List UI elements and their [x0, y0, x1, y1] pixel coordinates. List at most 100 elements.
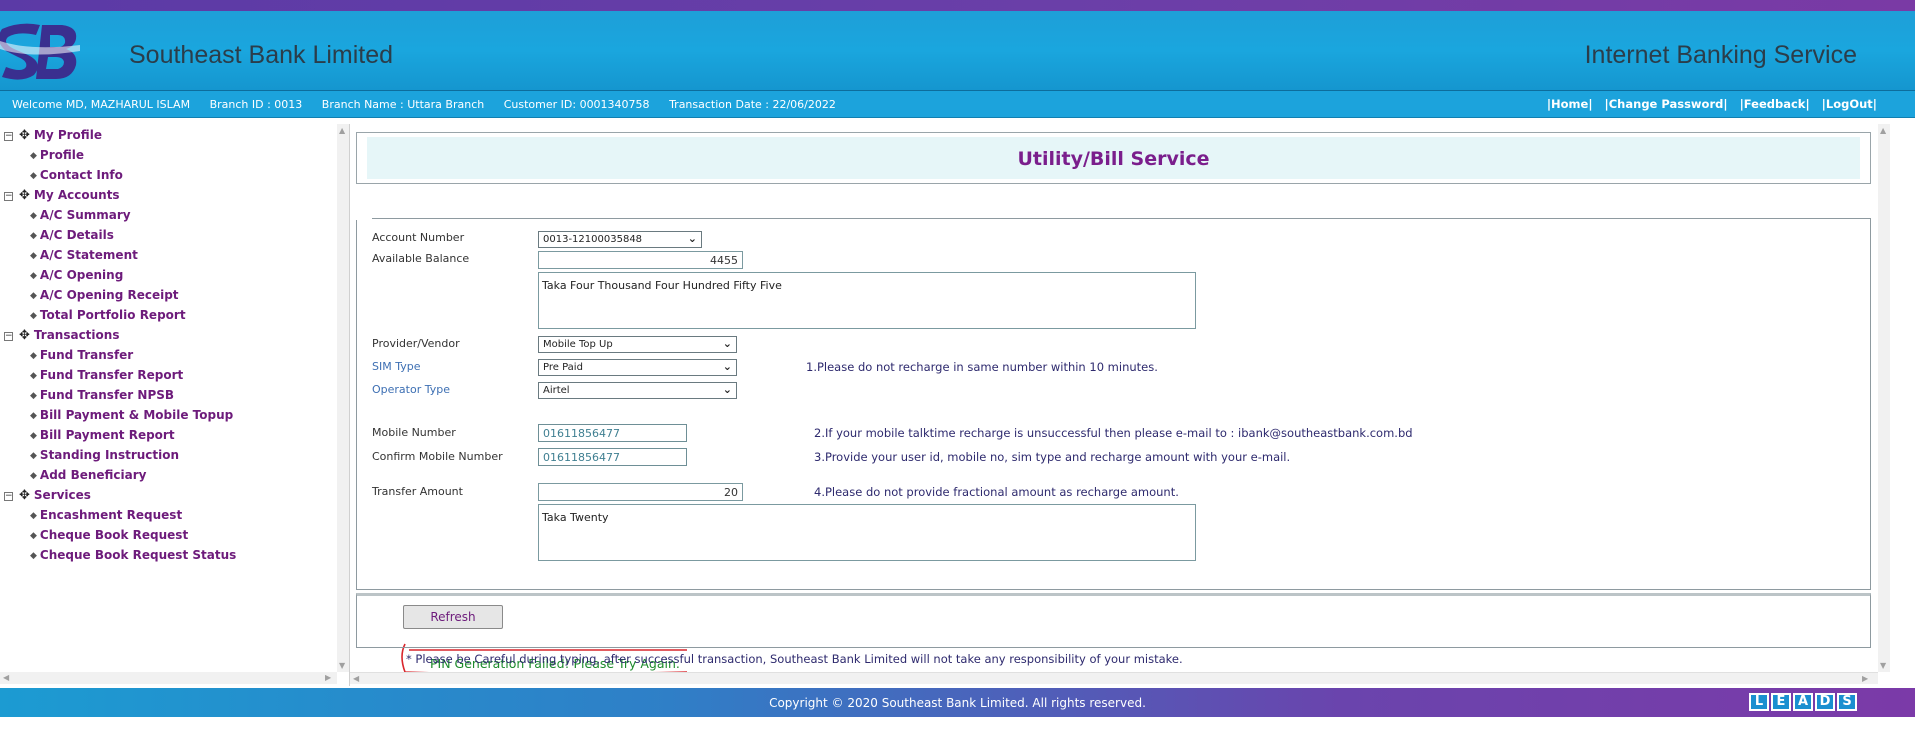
sidebar-item-ac-details[interactable]: ◆ A/C Details	[30, 228, 114, 246]
menu-group-my-accounts[interactable]: − ✥ My Accounts	[4, 188, 120, 206]
feedback-link[interactable]: |Feedback|	[1740, 97, 1810, 111]
sidebar-item-cheque-book-request[interactable]: ◆ Cheque Book Request	[30, 528, 188, 546]
menu-group-icon: ✥	[19, 328, 30, 343]
sidebar-item-ac-opening-receipt[interactable]: ◆ A/C Opening Receipt	[30, 288, 179, 306]
confirm-mobile-number-label: Confirm Mobile Number	[372, 450, 503, 463]
service-name: Internet Banking Service	[1584, 41, 1857, 69]
account-number-select[interactable]: 0013-12100035848 ⌄	[538, 231, 702, 248]
bullet-icon: ◆	[30, 151, 37, 161]
footer: Copyright © 2020 Southeast Bank Limited.…	[0, 688, 1915, 717]
bullet-icon: ◆	[30, 391, 37, 401]
available-balance-field[interactable]: 4455	[538, 251, 743, 269]
top-nav-links: |Home| |Change Password| |Feedback| |Log…	[1539, 97, 1877, 111]
instruction-note-2: 2.If your mobile talktime recharge is un…	[814, 426, 1413, 440]
sidebar-item-ac-statement[interactable]: ◆ A/C Statement	[30, 248, 138, 266]
sidebar-item-profile[interactable]: ◆ Profile	[30, 148, 84, 166]
collapse-icon[interactable]: −	[4, 492, 13, 501]
sidebar-menu: − ✥ My Profile ◆ Profile ◆ Contact Info − ✥ My…	[0, 124, 350, 686]
menu-group-icon: ✥	[19, 488, 30, 503]
menu-group-services[interactable]: − ✥ Services	[4, 488, 91, 506]
sidebar-item-encashment-request[interactable]: ◆ Encashment Request	[30, 508, 182, 526]
frame-notch	[356, 218, 372, 220]
customer-id: Customer ID: 0001340758	[503, 98, 650, 111]
page-title: Utility/Bill Service	[1017, 148, 1210, 170]
collapse-icon[interactable]: −	[4, 192, 13, 201]
refresh-button[interactable]: Refresh	[403, 605, 503, 629]
main-vertical-scrollbar[interactable]: ▲ ▼	[1878, 124, 1890, 672]
collapse-icon[interactable]: −	[4, 132, 13, 141]
amount-in-words-textarea[interactable]: Taka Twenty	[538, 504, 1196, 561]
scroll-up-icon[interactable]: ▲	[339, 126, 345, 135]
sidebar-item-ac-summary[interactable]: ◆ A/C Summary	[30, 208, 131, 226]
provider-vendor-select[interactable]: Mobile Top Up ⌄	[538, 336, 737, 353]
chevron-down-icon: ⌄	[722, 383, 732, 396]
sidebar-item-fund-transfer[interactable]: ◆ Fund Transfer	[30, 348, 133, 366]
menu-group-my-profile[interactable]: − ✥ My Profile	[4, 128, 102, 146]
home-link[interactable]: |Home|	[1547, 97, 1593, 111]
logo-letter: L	[1749, 693, 1769, 711]
sidebar-item-bill-payment-report[interactable]: ◆ Bill Payment Report	[30, 428, 175, 446]
bullet-icon: ◆	[30, 551, 37, 561]
bullet-icon: ◆	[30, 351, 37, 361]
bullet-icon: ◆	[30, 171, 37, 181]
instruction-note-1: 1.Please do not recharge in same number …	[806, 360, 1158, 374]
main-horizontal-scrollbar[interactable]: ◀ ▶	[350, 672, 1878, 684]
logo-letter: D	[1815, 693, 1835, 711]
sidebar-item-total-portfolio-report[interactable]: ◆ Total Portfolio Report	[30, 308, 186, 326]
menu-group-transactions[interactable]: − ✥ Transactions	[4, 328, 119, 346]
copyright-text: Copyright © 2020 Southeast Bank Limited.…	[769, 696, 1146, 710]
action-frame: Refresh	[356, 593, 1871, 648]
sidebar-item-bill-payment-mobile-topup[interactable]: ◆ Bill Payment & Mobile Topup	[30, 408, 233, 426]
mobile-number-label: Mobile Number	[372, 426, 456, 439]
confirm-mobile-number-input[interactable]: 01611856477	[538, 448, 687, 466]
instruction-note-3: 3.Provide your user id, mobile no, sim t…	[814, 450, 1291, 464]
page-title-frame: Utility/Bill Service	[356, 132, 1871, 184]
bullet-icon: ◆	[30, 511, 37, 521]
logout-link[interactable]: |LogOut|	[1822, 97, 1877, 111]
user-info-bar: Welcome MD, MAZHARUL ISLAM Branch ID : 0…	[0, 91, 1915, 118]
top-strip	[0, 0, 1915, 11]
logo-letter: E	[1771, 693, 1791, 711]
bullet-icon: ◆	[30, 211, 37, 221]
operator-type-value: Airtel	[543, 385, 570, 396]
transaction-date: Transaction Date : 22/06/2022	[669, 98, 836, 111]
account-number-value: 0013-12100035848	[543, 234, 643, 245]
sidebar-vertical-scrollbar[interactable]: ▲ ▼	[337, 124, 349, 672]
balance-in-words-textarea[interactable]: Taka Four Thousand Four Hundred Fifty Fi…	[538, 272, 1196, 329]
menu-group-icon: ✥	[19, 128, 30, 143]
mobile-number-input[interactable]: 01611856477	[538, 424, 687, 442]
sidebar-item-fund-transfer-npsb[interactable]: ◆ Fund Transfer NPSB	[30, 388, 174, 406]
instruction-note-4: 4.Please do not provide fractional amoun…	[814, 485, 1179, 499]
header: Southeast Bank Limited Internet Banking …	[0, 11, 1915, 91]
scroll-right-icon[interactable]: ▶	[325, 673, 331, 682]
sidebar-item-ac-opening[interactable]: ◆ A/C Opening	[30, 268, 123, 286]
sidebar-item-contact-info[interactable]: ◆ Contact Info	[30, 168, 123, 186]
chevron-down-icon: ⌄	[687, 232, 697, 245]
sidebar-item-cheque-book-request-status[interactable]: ◆ Cheque Book Request Status	[30, 548, 236, 566]
operator-type-select[interactable]: Airtel ⌄	[538, 382, 737, 399]
scroll-left-icon[interactable]: ◀	[3, 673, 9, 682]
transfer-amount-input[interactable]: 20	[538, 483, 743, 501]
scroll-down-icon[interactable]: ▼	[339, 661, 345, 670]
bullet-icon: ◆	[30, 451, 37, 461]
provider-vendor-label: Provider/Vendor	[372, 337, 460, 350]
page-title-banner: Utility/Bill Service	[367, 137, 1860, 179]
scroll-right-icon[interactable]: ▶	[1862, 674, 1868, 683]
sidebar-horizontal-scrollbar[interactable]: ◀ ▶	[0, 672, 337, 684]
session-info: Welcome MD, MAZHARUL ISLAM Branch ID : 0…	[12, 98, 852, 111]
collapse-icon[interactable]: −	[4, 332, 13, 341]
bullet-icon: ◆	[30, 411, 37, 421]
sim-type-select[interactable]: Pre Paid ⌄	[538, 359, 737, 376]
bank-logo	[0, 23, 80, 80]
scroll-down-icon[interactable]: ▼	[1880, 661, 1886, 670]
branch-id: Branch ID : 0013	[209, 98, 303, 111]
branch-name: Branch Name : Uttara Branch	[321, 98, 485, 111]
sidebar-item-fund-transfer-report[interactable]: ◆ Fund Transfer Report	[30, 368, 183, 386]
scroll-up-icon[interactable]: ▲	[1880, 126, 1886, 135]
scroll-left-icon[interactable]: ◀	[353, 674, 359, 683]
disclaimer-text: * Please be Careful during typing, after…	[406, 652, 1183, 666]
menu-group-icon: ✥	[19, 188, 30, 203]
sidebar-item-standing-instruction[interactable]: ◆ Standing Instruction	[30, 448, 179, 466]
change-password-link[interactable]: |Change Password|	[1605, 97, 1728, 111]
sidebar-item-add-beneficiary[interactable]: ◆ Add Beneficiary	[30, 468, 147, 486]
